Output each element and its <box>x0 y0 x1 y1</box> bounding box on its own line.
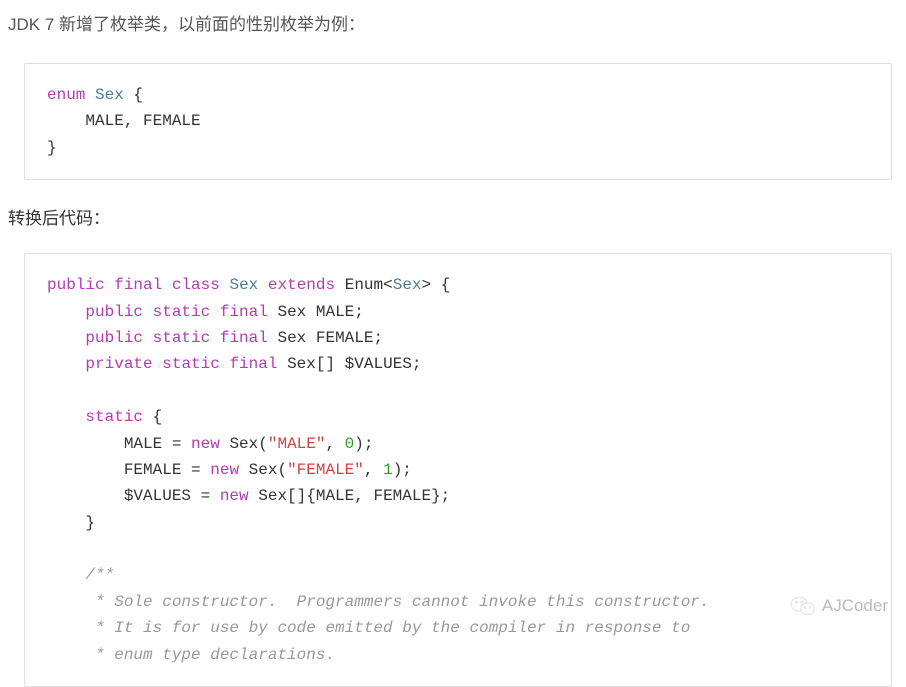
code-content-2: public final class Sex extends Enum<Sex>… <box>47 272 869 668</box>
code-block-desugared: public final class Sex extends Enum<Sex>… <box>24 253 892 687</box>
watermark: AJCoder <box>790 595 888 617</box>
watermark-label: AJCoder <box>822 596 888 616</box>
code-content-1: enum Sex { MALE, FEMALE } <box>47 82 869 161</box>
section-label: 转换后代码： <box>8 204 896 229</box>
intro-paragraph: JDK 7 新增了枚举类，以前面的性别枚举为例： <box>4 10 896 35</box>
wechat-icon <box>790 595 816 617</box>
code-block-enum-definition: enum Sex { MALE, FEMALE } <box>24 63 892 180</box>
